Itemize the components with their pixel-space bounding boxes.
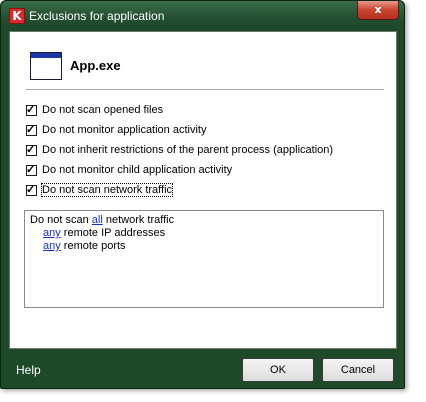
checkmark-icon: ✓ — [26, 104, 36, 116]
all-traffic-link[interactable]: all — [92, 214, 103, 226]
details-text: remote ports — [60, 240, 126, 252]
application-window-icon-titlebar — [31, 53, 61, 58]
option-label: Do not scan opened files — [42, 104, 164, 116]
window-title: Exclusions for application — [29, 9, 165, 23]
option-label: Do not monitor child application activit… — [42, 164, 233, 176]
checkmark-icon: ✓ — [26, 184, 36, 196]
any-ip-link[interactable]: any — [43, 227, 61, 239]
option-label: Do not monitor application activity — [42, 124, 207, 136]
rule-details-box: Do not scan all network traffic any remo… — [24, 210, 384, 308]
option-label: Do not scan network traffic — [40, 183, 174, 197]
application-window-icon — [30, 52, 62, 80]
checkbox[interactable]: ✓ — [26, 144, 37, 156]
any-ports-link[interactable]: any — [43, 240, 61, 252]
details-line-ip: any remote IP addresses — [43, 227, 165, 239]
checkbox[interactable]: ✓ — [26, 124, 37, 136]
details-line-traffic: Do not scan all network traffic — [30, 214, 174, 226]
kaspersky-k-icon: K — [9, 8, 25, 24]
checkmark-icon: ✓ — [26, 164, 36, 176]
content-panel: App.exe ✓ Do not scan opened files ✓ Do … — [9, 31, 397, 349]
details-line-ports: any remote ports — [43, 240, 126, 252]
details-text: remote IP addresses — [60, 227, 166, 239]
close-button[interactable]: x — [357, 1, 399, 20]
checkmark-icon: ✓ — [26, 144, 36, 156]
cancel-button[interactable]: Cancel — [322, 358, 394, 382]
ok-button[interactable]: OK — [242, 358, 314, 382]
checkbox[interactable]: ✓ — [26, 104, 37, 116]
checkbox[interactable]: ✓ — [26, 184, 37, 196]
dialog-window: K Exclusions for application x App.exe ✓… — [0, 0, 405, 389]
details-text: Do not scan — [30, 214, 92, 226]
option-label: Do not inherit restrictions of the paren… — [42, 144, 334, 156]
checkmark-icon: ✓ — [26, 124, 36, 136]
checkbox[interactable]: ✓ — [26, 164, 37, 176]
application-name: App.exe — [70, 58, 121, 73]
details-text: network traffic — [102, 214, 175, 226]
help-link[interactable]: Help — [16, 363, 41, 377]
separator — [26, 89, 384, 90]
title-bar[interactable]: K Exclusions for application x — [1, 1, 404, 31]
